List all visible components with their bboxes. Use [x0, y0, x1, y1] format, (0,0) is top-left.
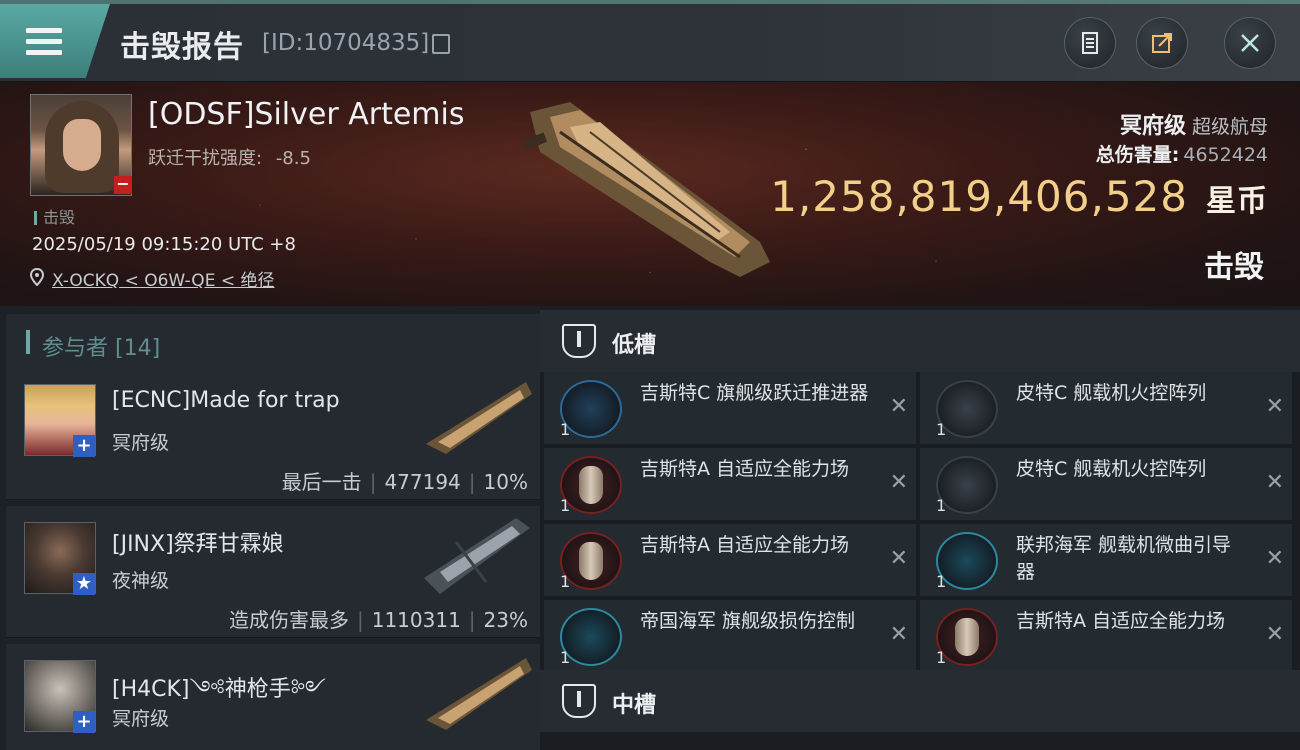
plus-badge-icon: +: [73, 435, 95, 457]
warp-jam-strength: 跃迁干扰强度: -8.5: [148, 148, 311, 169]
module-item[interactable]: 1 吉斯特A 自适应全能力场 ✕: [920, 600, 1292, 672]
copy-icon[interactable]: [432, 34, 450, 54]
remove-module-icon[interactable]: ✕: [1266, 394, 1284, 419]
plus-badge-icon: +: [73, 711, 95, 733]
kill-location-link[interactable]: X-OCKQ < O6W-QE < 绝径: [52, 266, 275, 291]
victim-banner: − [ODSF]Silver Artemis 跃迁干扰强度: -8.5 击毁 2…: [0, 82, 1300, 306]
fitting-panel: 低槽 1 吉斯特C 旗舰级跃迁推进器 ✕ 1 皮特C 舰载机火控阵列 ✕ 1 吉…: [540, 306, 1300, 750]
module-item[interactable]: 1 联邦海军 舰载机微曲引导器 ✕: [920, 524, 1292, 596]
victim-ship-image: [522, 102, 770, 277]
module-item[interactable]: 1 吉斯特C 旗舰级跃迁推进器 ✕: [544, 372, 916, 444]
module-item[interactable]: 1 吉斯特A 自适应全能力场 ✕: [544, 448, 916, 520]
remove-module-icon[interactable]: ✕: [1266, 470, 1284, 495]
mid-slot-header: 中槽: [540, 670, 1300, 732]
status-label: 击毁: [34, 204, 75, 228]
result-label: 击毁: [1204, 250, 1264, 285]
menu-icon: [26, 28, 62, 56]
remove-module-icon[interactable]: ✕: [890, 394, 908, 419]
total-damage: 总伤害量: 4652424: [1095, 144, 1268, 166]
killmail-screen: 击毁报告 [ID:10704835] − [ODSF]Silver Artemi…: [0, 0, 1300, 750]
participant-card[interactable]: + [H4CK]༺神枪手༻ 冥府级: [6, 644, 540, 750]
share-icon: [1152, 33, 1172, 53]
faction-badge: −: [114, 176, 132, 194]
participant-card[interactable]: ★ [JINX]祭拜甘霖娘 夜神级 造成伤害最多 | 1110311 | 23%: [6, 506, 540, 638]
low-slot-icon: [562, 324, 596, 358]
victim-name[interactable]: [ODSF]Silver Artemis: [148, 97, 464, 132]
participant-card[interactable]: + [ECNC]Made for trap 冥府级 最后一击 | 477194 | 10…: [6, 368, 540, 500]
remove-module-icon[interactable]: ✕: [890, 546, 908, 571]
close-icon: [1241, 34, 1259, 52]
participants-panel: 参与者 [14] + [ECNC]Made for trap 冥府级 最后一击 |…: [0, 306, 540, 750]
close-button[interactable]: [1224, 17, 1276, 69]
ship-class: 冥府级 超级航母: [1119, 114, 1268, 139]
isk-value: 1,258,819,406,528 星币: [770, 172, 1268, 221]
clipboard-button[interactable]: [1064, 17, 1116, 69]
module-item[interactable]: 1 皮特C 舰载机火控阵列 ✕: [920, 372, 1292, 444]
remove-module-icon[interactable]: ✕: [1266, 546, 1284, 571]
module-item[interactable]: 1 帝国海军 旗舰级损伤控制 ✕: [544, 600, 916, 672]
share-button[interactable]: [1136, 17, 1188, 69]
location-pin-icon: [30, 268, 44, 286]
module-item[interactable]: 1 皮特C 舰载机火控阵列 ✕: [920, 448, 1292, 520]
report-id: [ID:10704835]: [262, 30, 430, 56]
menu-button[interactable]: [0, 4, 110, 78]
participants-header[interactable]: 参与者 [14]: [6, 314, 540, 370]
clipboard-icon: [1082, 32, 1098, 54]
remove-module-icon[interactable]: ✕: [1266, 622, 1284, 647]
low-slot-header: 低槽: [540, 310, 1300, 372]
page-title: 击毁报告: [120, 30, 244, 65]
mid-slot-icon: [562, 684, 596, 718]
participant-ship-image: [426, 382, 532, 454]
participant-ship-image: [426, 658, 532, 730]
kill-datetime: 2025/05/19 09:15:20 UTC +8: [32, 234, 296, 255]
top-bar: 击毁报告 [ID:10704835]: [0, 0, 1300, 82]
remove-module-icon[interactable]: ✕: [890, 622, 908, 647]
participant-ship-image: [424, 518, 530, 594]
remove-module-icon[interactable]: ✕: [890, 470, 908, 495]
star-badge-icon: ★: [73, 573, 95, 595]
module-item[interactable]: 1 吉斯特A 自适应全能力场 ✕: [544, 524, 916, 596]
